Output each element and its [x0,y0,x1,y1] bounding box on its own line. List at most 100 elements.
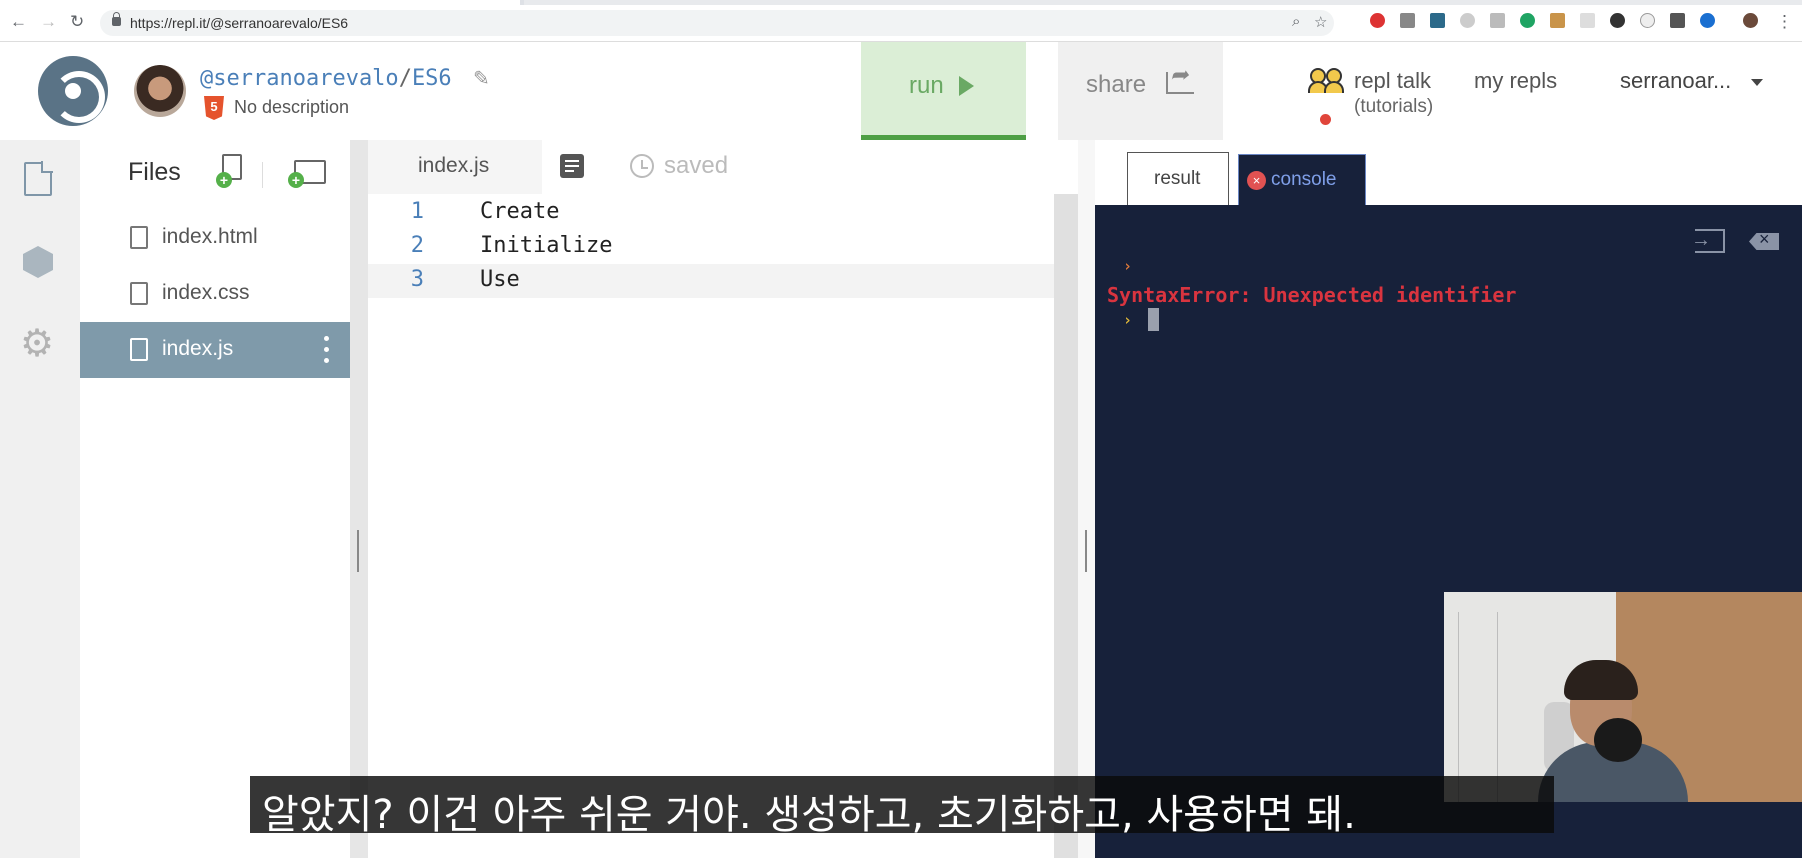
eyedropper-extension-icon[interactable] [1400,13,1415,28]
extension-icon[interactable] [1700,13,1715,28]
line-content[interactable]: Create [480,199,559,224]
opera-extension-icon[interactable] [1370,13,1385,28]
saved-status: saved [664,152,729,179]
app-root: ← → ↻ https://repl.it/@serranoarevalo/ES… [0,0,1802,858]
chevron-down-icon[interactable] [1751,79,1763,86]
my-repls-link[interactable]: my repls [1474,68,1557,94]
browser-toolbar: ← → ↻ https://repl.it/@serranoarevalo/ES… [0,0,1802,42]
code-line[interactable]: 2 Initialize [368,230,1078,264]
prompt-icon: › [1123,311,1133,329]
files-title: Files [128,158,181,186]
browser-tab[interactable] [524,0,1802,5]
run-label: run [909,72,944,99]
zoom-icon[interactable]: ⌕ [1292,13,1300,30]
play-icon [959,76,974,96]
history-icon[interactable] [630,154,654,178]
code-area[interactable]: 1 Create 2 Initialize 3 Use [368,194,1078,858]
back-icon[interactable]: ← [10,12,27,32]
extension-icon[interactable] [1490,13,1505,28]
share-icon [1166,62,1194,94]
settings-rail-button[interactable]: ⚙ [20,325,56,363]
extension-icon[interactable] [1580,13,1595,28]
panel-resize-handle[interactable] [1078,140,1095,858]
tab-label: console [1271,169,1337,190]
add-folder-button[interactable]: + [288,158,328,188]
user-menu[interactable]: serranoar... [1620,68,1731,94]
notification-dot [1320,114,1331,125]
file-name: index.html [162,225,258,248]
repl-path: @serranoarevalo/ES6 [200,66,452,91]
screenshot-extension-icon[interactable] [1670,13,1685,28]
clear-console-icon[interactable] [1749,233,1779,250]
url-text[interactable]: https://repl.it/@serranoarevalo/ES6 [130,15,348,31]
line-number: 3 [410,267,424,292]
share-button[interactable]: share [1058,42,1223,140]
file-item-index-css[interactable]: index.css [80,266,350,322]
reload-icon[interactable]: ↻ [70,12,84,32]
file-item-index-html[interactable]: index.html [80,210,350,266]
forward-icon[interactable]: → [40,12,57,32]
line-number: 1 [410,199,424,224]
video-subtitle: 알았지? 이건 아주 쉬운 거야. 생성하고, 초기화하고, 사용하면 돼. [250,776,1554,838]
share-label: share [1086,71,1147,98]
line-content[interactable]: Use [480,267,520,292]
editor-scrollbar[interactable] [1054,194,1078,858]
file-name: index.js [162,337,234,360]
tutorials-link[interactable]: (tutorials) [1354,96,1433,118]
console-cursor[interactable] [1148,308,1159,331]
files-rail-button[interactable] [20,161,56,198]
react-extension-icon[interactable] [1430,13,1445,28]
run-button[interactable]: run [861,42,1026,140]
line-number: 2 [410,233,424,258]
grammarly-extension-icon[interactable] [1520,13,1535,28]
output-tabs: result × console [1095,140,1802,205]
owner-avatar[interactable] [134,65,186,117]
files-panel: Files + + index.html index.css index.js [80,140,350,858]
tab-result[interactable]: result [1127,152,1229,205]
owner-link[interactable]: @serranoarevalo [200,66,399,91]
tab-console[interactable]: × console [1238,154,1366,205]
subtitle-text: 알았지? 이건 아주 쉬운 거야. 생성하고, 초기화하고, 사용하면 돼. [262,792,1356,838]
format-code-icon[interactable] [560,154,584,178]
repl-talk-link[interactable]: repl talk [1354,68,1431,94]
repl-name[interactable]: ES6 [412,66,452,91]
grip-icon [357,530,359,572]
edit-pencil-icon[interactable]: ✎ [473,66,490,91]
exit-console-icon[interactable] [1691,229,1725,253]
tab-label: index.js [418,154,490,177]
prompt-icon: › [1123,257,1133,275]
tab-index-js[interactable]: index.js [368,140,542,194]
address-bar[interactable]: https://repl.it/@serranoarevalo/ES6 ⌕ ☆ [100,10,1334,36]
repl-talk-icon[interactable] [1308,68,1344,94]
more-options-icon[interactable] [324,336,329,366]
sidebar-rail: ⚙ [0,140,80,858]
webcam-overlay [1444,592,1802,802]
add-file-button[interactable]: + [216,154,244,188]
extension-icon[interactable] [1460,13,1475,28]
code-line[interactable]: 1 Create [368,196,1078,230]
file-icon [130,338,148,361]
cube-icon [23,246,53,278]
file-icon [24,161,53,196]
plus-icon: + [288,172,304,188]
browser-tab-strip [0,0,1802,5]
extension-icon[interactable] [1550,13,1565,28]
line-content[interactable]: Initialize [480,233,612,258]
extension-icon[interactable] [1640,13,1655,28]
replit-logo-icon[interactable] [38,56,108,126]
divider [262,162,263,188]
browser-tab[interactable] [0,0,520,5]
panel-resize-handle[interactable] [350,140,368,858]
profile-avatar-icon[interactable] [1743,13,1758,28]
repl-description[interactable]: No description [234,97,349,118]
code-line-active[interactable]: 3 Use [368,264,1078,298]
file-item-index-js[interactable]: index.js [80,322,350,378]
plus-icon: + [216,172,232,188]
html5-icon: 5 [204,96,224,120]
bookmark-star-icon[interactable]: ☆ [1314,13,1327,31]
packages-rail-button[interactable] [20,244,56,280]
extension-icon[interactable] [1610,13,1625,28]
lock-icon [112,12,121,26]
browser-menu-icon[interactable]: ⋮ [1776,12,1793,32]
code-editor: index.js saved 1 Create 2 Initialize 3 U… [368,140,1078,858]
